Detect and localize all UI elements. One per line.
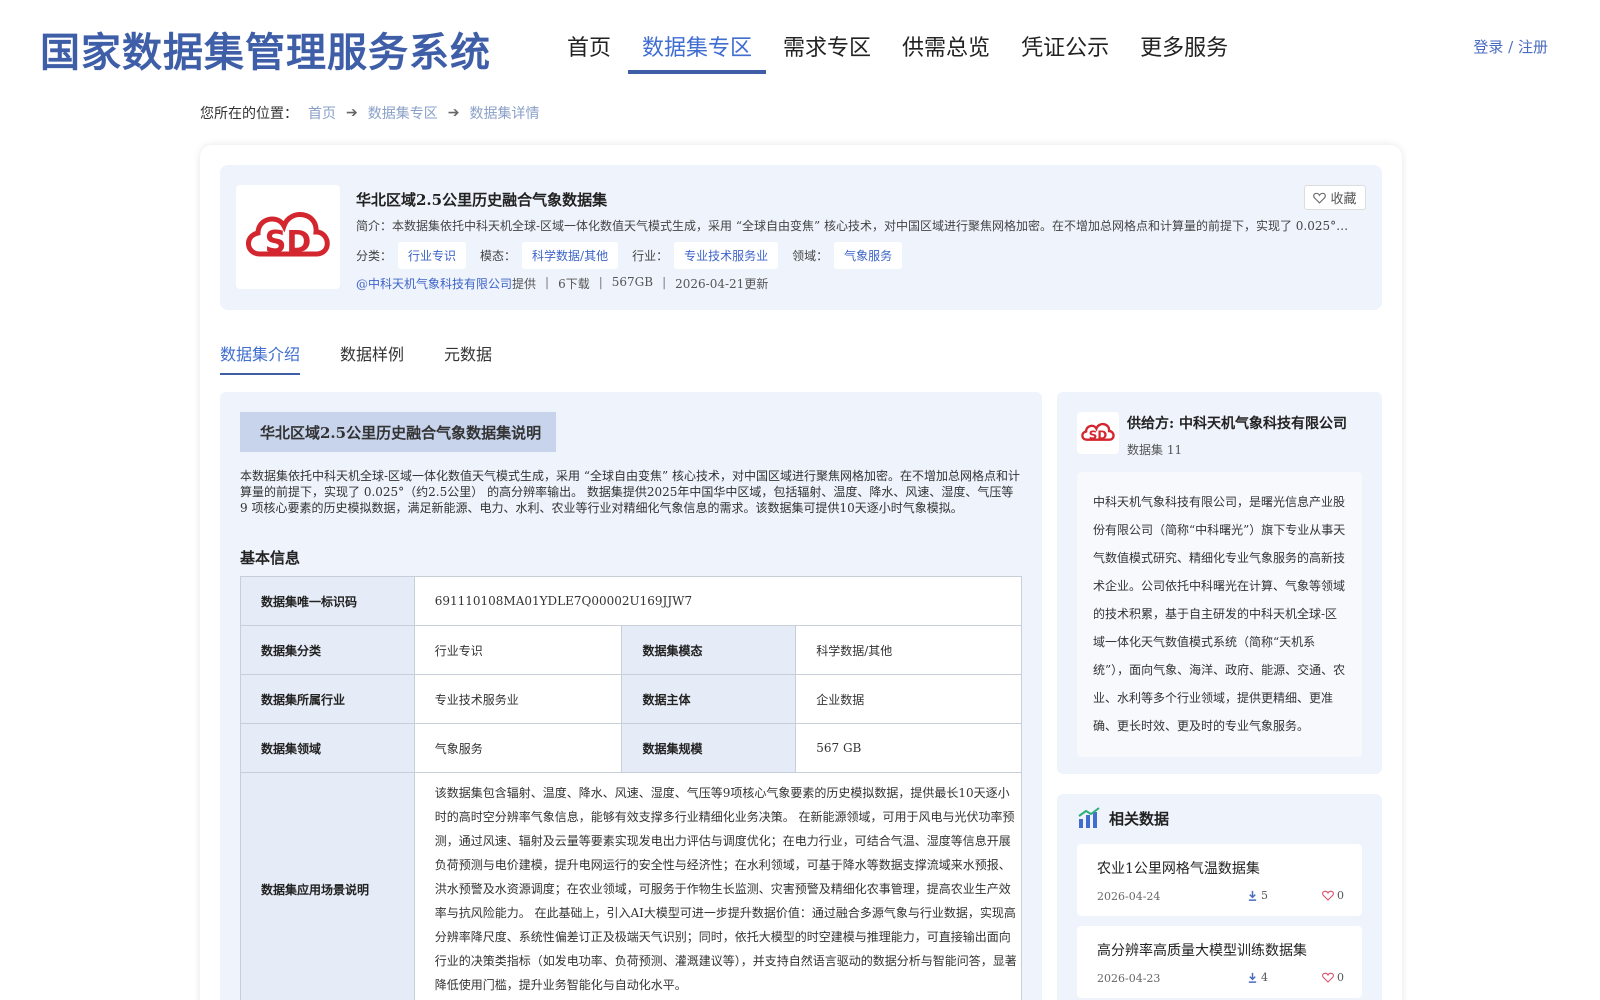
heart-icon: [1322, 972, 1334, 983]
tag-industry[interactable]: 专业技术服务业: [674, 242, 779, 269]
related-item-title[interactable]: 农业1公里网格气温数据集: [1097, 858, 1260, 878]
main-nav: 首页 数据集专区 需求专区 供需总览 凭证公示 更多服务: [553, 30, 1245, 74]
table-value: 行业专识: [413, 625, 623, 675]
tag-label-modality: 模态：: [480, 249, 517, 263]
table-value: 气象服务: [413, 723, 623, 773]
heart-icon: [1313, 192, 1327, 204]
table-key: 数据集规模: [621, 723, 797, 773]
arrow-right-icon: ➔: [346, 105, 358, 121]
table-key: 数据集模态: [621, 625, 797, 675]
header: 国家数据集管理服务系统 首页 数据集专区 需求专区 供需总览 凭证公示 更多服务…: [0, 0, 1600, 92]
related-item-downloads: 4: [1247, 971, 1268, 984]
nav-item-home[interactable]: 首页: [553, 30, 625, 74]
basic-info-title: 基本信息: [240, 549, 301, 567]
table-row: 数据集应用场景说明 该数据集包含辐射、温度、降水、风速、湿度、气压等9项核心气象…: [240, 772, 1023, 1000]
dataset-title: 华北区域2.5公里历史融合气象数据集: [356, 191, 608, 209]
provider-card: SD 供给方: 中科天机气象科技有限公司 数据集 11 中科天机气象科技有限公司…: [1057, 392, 1382, 774]
table-key: 数据集应用场景说明: [240, 772, 415, 1000]
tag-label-domain: 领域：: [792, 249, 829, 263]
updated-date: 2026-04-21更新: [675, 277, 769, 291]
dataset-tags: 分类： 行业专识 模态： 科学数据/其他 行业： 专业技术服务业 领域： 气象服…: [356, 242, 916, 269]
download-icon: [1248, 890, 1257, 901]
related-title: 相关数据: [1109, 809, 1170, 828]
table-key: 数据集分类: [240, 625, 415, 675]
dataset-detail-card: SD 华北区域2.5公里历史融合气象数据集 简介：本数据集依托中科天机全球-区域…: [200, 145, 1402, 1000]
related-header: 相关数据: [1077, 806, 1169, 830]
table-key: 数据集所属行业: [240, 674, 415, 724]
related-item[interactable]: 农业1公里网格气温数据集 2026-04-24 5 0: [1077, 844, 1362, 916]
provider-logo: SD: [236, 185, 340, 289]
table-key: 数据主体: [621, 674, 797, 724]
provider-description: 中科天机气象科技有限公司，是曙光信息产业股份有限公司（简称“中科曙光”）旗下专业…: [1077, 472, 1362, 757]
table-row: 数据集领域 气象服务 数据集规模 567 GB: [240, 723, 1022, 773]
table-value: 567 GB: [795, 723, 1022, 773]
provider-avatar[interactable]: SD: [1077, 412, 1119, 454]
arrow-right-icon: ➔: [447, 105, 460, 121]
table-value: 该数据集包含辐射、温度、降水、风速、湿度、气压等9项核心气象要素的历史模拟数据，…: [413, 772, 1023, 1000]
tag-domain[interactable]: 气象服务: [834, 242, 903, 269]
nav-item-more[interactable]: 更多服务: [1126, 30, 1242, 74]
breadcrumb-detail[interactable]: 数据集详情: [469, 103, 539, 123]
cloud-logo-icon: SD: [246, 212, 330, 260]
related-data-card: 相关数据 农业1公里网格气温数据集 2026-04-24 5 0 高分辨率高质量…: [1057, 794, 1382, 1000]
bar-chart-icon: [1078, 807, 1100, 828]
table-row: 数据集分类 行业专识 数据集模态 科学数据/其他: [240, 625, 1022, 675]
heart-icon: [1322, 890, 1334, 901]
tag-category[interactable]: 行业专识: [398, 242, 467, 269]
svg-text:SD: SD: [1089, 428, 1108, 442]
provider-name[interactable]: 供给方: 中科天机气象科技有限公司: [1127, 413, 1347, 433]
favorite-button[interactable]: 收藏: [1304, 185, 1366, 210]
related-item-date: 2026-04-23: [1097, 972, 1161, 985]
table-value: 专业技术服务业: [413, 674, 623, 724]
tag-label-category: 分类：: [356, 249, 393, 263]
intro-heading: 华北区域2.5公里历史融合气象数据集说明: [240, 412, 556, 452]
intro-description: 本数据集依托中科天机全球-区域一体化数值天气模式生成，采用 “全球自由变焦” 核…: [240, 469, 1020, 515]
table-value: 科学数据/其他: [795, 625, 1022, 675]
related-item-likes[interactable]: 0: [1322, 889, 1344, 902]
dataset-summary: SD 华北区域2.5公里历史融合气象数据集 简介：本数据集依托中科天机全球-区域…: [220, 165, 1382, 310]
dataset-size: 567GB: [611, 275, 654, 289]
login-register-link[interactable]: 登录 / 注册: [1473, 36, 1548, 57]
table-value: 691110108MA01YDLE7Q00002U169JJW7: [413, 576, 1023, 626]
table-key: 数据集领域: [240, 723, 415, 773]
related-item-downloads: 5: [1247, 889, 1268, 902]
related-item-likes[interactable]: 0: [1322, 971, 1344, 984]
related-item-date: 2026-04-24: [1097, 890, 1161, 903]
tag-label-industry: 行业：: [632, 249, 669, 263]
tab-intro[interactable]: 数据集介绍: [220, 341, 301, 375]
breadcrumb-datasets[interactable]: 数据集专区: [368, 103, 438, 123]
table-row: 数据集所属行业 专业技术服务业 数据主体 企业数据: [240, 674, 1022, 724]
nav-item-datasets[interactable]: 数据集专区: [628, 30, 767, 74]
related-item[interactable]: 高分辨率高质量大模型训练数据集 2026-04-23 4 0: [1077, 926, 1362, 998]
table-value: 企业数据: [795, 674, 1022, 724]
dataset-meta: @中科天机气象科技有限公司 提供 | 6下载 | 567GB | 2026-04…: [356, 275, 769, 292]
svg-text:SD: SD: [265, 225, 312, 260]
related-item-title[interactable]: 高分辨率高质量大模型训练数据集: [1097, 940, 1307, 960]
table-key: 数据集唯一标识码: [240, 576, 415, 626]
provider-suffix: 提供: [512, 277, 537, 291]
basic-info-table: 数据集唯一标识码 691110108MA01YDLE7Q00002U169JJW…: [240, 576, 1023, 1000]
nav-item-demands[interactable]: 需求专区: [769, 30, 885, 74]
download-count: 6下载: [558, 277, 590, 291]
tab-sample[interactable]: 数据样例: [340, 341, 404, 375]
provider-link[interactable]: @中科天机气象科技有限公司: [356, 275, 512, 292]
download-icon: [1248, 972, 1257, 983]
favorite-label: 收藏: [1330, 192, 1357, 207]
nav-item-overview[interactable]: 供需总览: [888, 30, 1004, 74]
site-title[interactable]: 国家数据集管理服务系统: [40, 20, 491, 78]
nav-item-certificates[interactable]: 凭证公示: [1007, 30, 1123, 74]
breadcrumb-home[interactable]: 首页: [308, 103, 336, 123]
dataset-summary-text: 简介：本数据集依托中科天机全球-区域一体化数值天气模式生成，采用 “全球自由变焦…: [356, 219, 1358, 233]
tag-modality[interactable]: 科学数据/其他: [522, 242, 619, 269]
breadcrumb-prefix: 您所在的位置：: [200, 106, 298, 122]
table-row: 数据集唯一标识码 691110108MA01YDLE7Q00002U169JJW…: [240, 576, 1023, 626]
cloud-logo-icon: SD: [1081, 422, 1115, 442]
intro-panel: 华北区域2.5公里历史融合气象数据集说明 本数据集依托中科天机全球-区域一体化数…: [220, 392, 1042, 1000]
provider-dataset-count: 数据集 11: [1127, 443, 1183, 457]
breadcrumb: 您所在的位置： 首页 ➔ 数据集专区 ➔ 数据集详情: [200, 103, 539, 123]
tab-metadata[interactable]: 元数据: [444, 341, 492, 375]
detail-tabs: 数据集介绍 数据样例 元数据: [220, 341, 532, 375]
